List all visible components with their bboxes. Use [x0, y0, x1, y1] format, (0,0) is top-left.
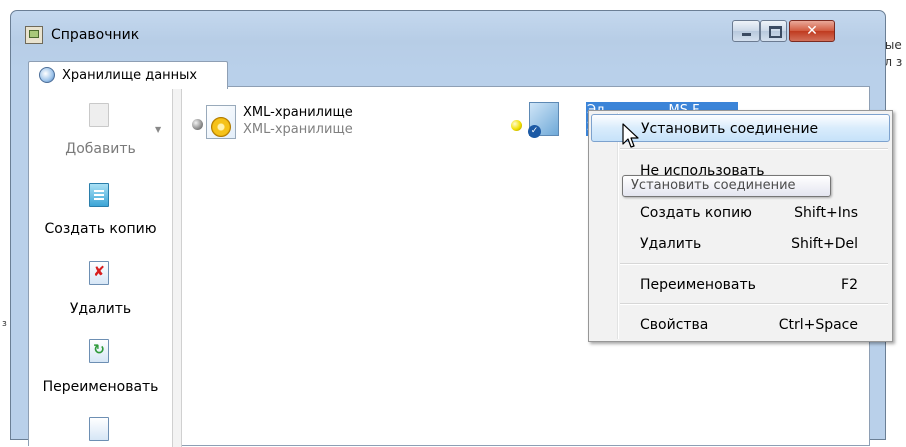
- sidebar-item-delete[interactable]: ✘ Удалить: [29, 261, 172, 323]
- background-text-left: з: [2, 319, 7, 329]
- menu-item-label: Удалить: [640, 236, 702, 252]
- excel-storage-icon: ✓: [528, 102, 559, 138]
- minimize-button[interactable]: [732, 20, 760, 42]
- maximize-icon: [769, 26, 782, 38]
- sidebar-item-more[interactable]: [29, 417, 172, 447]
- chevron-down-icon[interactable]: ▼: [155, 125, 161, 134]
- list-item[interactable]: XML-хранилище XML-хранилище: [186, 97, 416, 147]
- menu-separator: [620, 263, 888, 265]
- sidebar-item-label: Создать копию: [44, 221, 157, 237]
- status-indicator-icon: [192, 119, 203, 130]
- menu-separator: [620, 148, 888, 150]
- tab-strip: Хранилище данных: [18, 61, 879, 89]
- menu-gutter: [617, 113, 619, 339]
- xml-storage-icon: [206, 105, 236, 139]
- menu-item-shortcut: F2: [841, 277, 858, 293]
- storage-type: XML-хранилище: [243, 122, 353, 137]
- menu-item-label: Переименовать: [640, 277, 756, 293]
- delete-glyph: ✘: [93, 264, 105, 280]
- close-button[interactable]: ✕: [789, 20, 835, 42]
- sidebar-item-label: Переименовать: [42, 379, 159, 395]
- menu-separator: [620, 303, 888, 305]
- rename-icon: ↻: [89, 339, 109, 363]
- check-icon: ✓: [528, 125, 541, 138]
- sidebar-item-copy[interactable]: Создать копию: [29, 183, 172, 245]
- sidebar: ▼ Добавить Создать копию ✘ Удалить ↻ Пер…: [29, 87, 172, 447]
- close-icon: ✕: [806, 23, 818, 39]
- app-icon[interactable]: [25, 26, 43, 44]
- menu-item-shortcut: Shift+Del: [791, 236, 858, 252]
- menu-item-shortcut: Shift+Ins: [794, 205, 858, 221]
- tooltip: Установить соединение: [622, 175, 831, 197]
- menu-item-label: Свойства: [640, 317, 709, 333]
- properties-icon: [89, 417, 109, 441]
- tooltip-text: Установить соединение: [631, 178, 796, 193]
- disk-icon: [211, 117, 231, 137]
- sidebar-item-label: Добавить: [65, 141, 136, 157]
- window-title: Справочник: [51, 27, 140, 43]
- storage-name: XML-хранилище: [243, 105, 353, 120]
- splitter[interactable]: [172, 87, 182, 447]
- menu-item-properties[interactable]: Свойства Ctrl+Space: [591, 310, 890, 338]
- sidebar-item-label: Удалить: [69, 301, 132, 317]
- minimize-icon: [742, 33, 751, 36]
- sidebar-item-rename[interactable]: ↻ Переименовать: [29, 339, 172, 401]
- menu-item-rename[interactable]: Переименовать F2: [591, 270, 890, 298]
- title-bar[interactable]: Справочник ✕: [11, 11, 885, 51]
- menu-item-shortcut: Ctrl+Space: [778, 317, 858, 333]
- sidebar-item-add[interactable]: ▼ Добавить: [29, 103, 172, 165]
- status-indicator-icon: [511, 120, 522, 131]
- tab-data-storage[interactable]: Хранилище данных: [28, 61, 228, 89]
- menu-item-copy[interactable]: Создать копию Shift+Ins: [591, 198, 890, 226]
- menu-item-delete[interactable]: Удалить Shift+Del: [591, 229, 890, 257]
- tab-label: Хранилище данных: [62, 68, 198, 83]
- add-icon: [89, 103, 109, 127]
- menu-item-label: Установить соединение: [641, 121, 819, 137]
- database-icon: [39, 67, 55, 83]
- delete-icon: ✘: [89, 261, 109, 285]
- copy-icon: [89, 183, 109, 207]
- maximize-button[interactable]: [760, 20, 787, 42]
- rename-glyph: ↻: [93, 342, 105, 358]
- menu-item-label: Создать копию: [640, 205, 752, 221]
- mouse-pointer-icon: [622, 123, 639, 148]
